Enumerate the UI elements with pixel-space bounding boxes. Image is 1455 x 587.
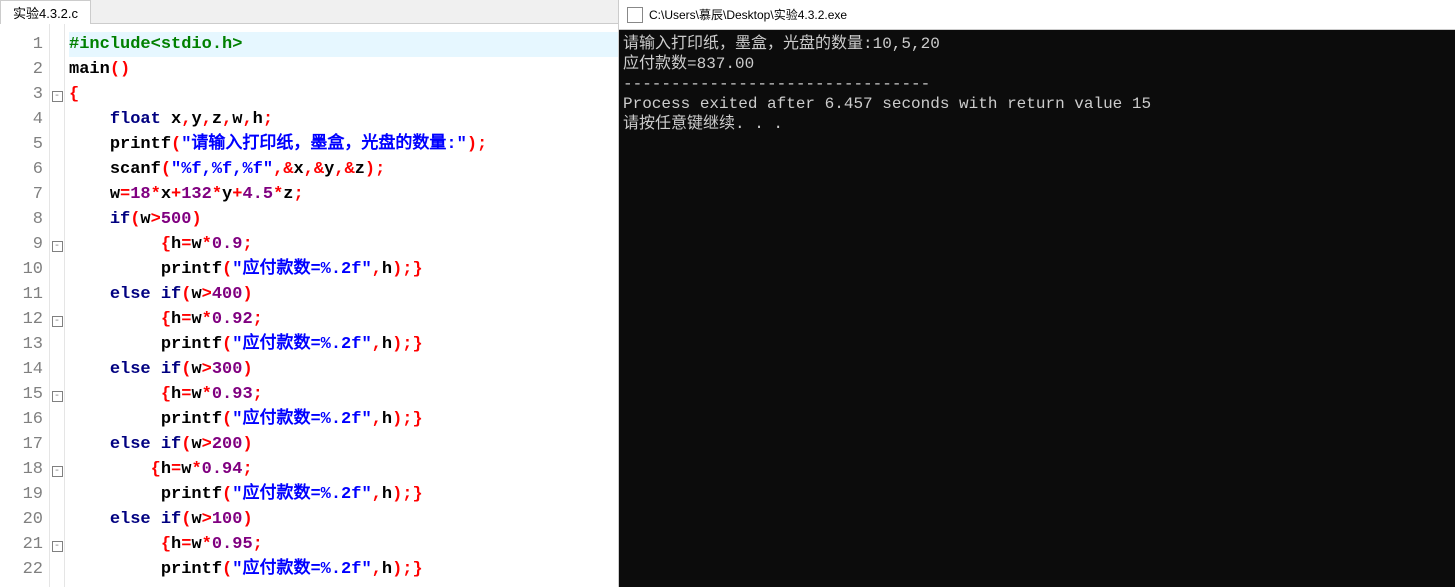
code-line[interactable]: printf("应付款数=%.2f",h);}	[69, 557, 618, 582]
line-number: 19	[0, 482, 49, 507]
line-number: 11	[0, 282, 49, 307]
code-content[interactable]: #include<stdio.h>main(){ float x,y,z,w,h…	[65, 24, 618, 587]
line-number: 10	[0, 257, 49, 282]
file-tab[interactable]: 实验4.3.2.c	[0, 0, 91, 24]
line-number: 3	[0, 82, 49, 107]
line-number: 21	[0, 532, 49, 557]
fold-cell	[50, 332, 64, 357]
fold-cell	[50, 407, 64, 432]
code-line[interactable]: printf("应付款数=%.2f",h);}	[69, 257, 618, 282]
line-number: 7	[0, 182, 49, 207]
fold-cell	[50, 557, 64, 582]
line-number: 16	[0, 407, 49, 432]
fold-column: - - - - - -	[50, 24, 65, 587]
code-line[interactable]: printf("应付款数=%.2f",h);}	[69, 407, 618, 432]
fold-toggle-icon[interactable]: -	[52, 541, 63, 552]
code-line[interactable]: main()	[69, 57, 618, 82]
line-number: 9	[0, 232, 49, 257]
fold-cell	[50, 432, 64, 457]
console-title-text: C:\Users\慕辰\Desktop\实验4.3.2.exe	[649, 6, 847, 23]
line-number: 1	[0, 32, 49, 57]
fold-toggle-icon[interactable]: -	[52, 91, 63, 102]
code-line[interactable]: printf("应付款数=%.2f",h);}	[69, 332, 618, 357]
code-line[interactable]: else if(w>200)	[69, 432, 618, 457]
code-line[interactable]: {h=w*0.93;	[69, 382, 618, 407]
fold-toggle-icon[interactable]: -	[52, 241, 63, 252]
console-pane: C:\Users\慕辰\Desktop\实验4.3.2.exe 请输入打印纸，墨…	[619, 0, 1455, 587]
line-number: 20	[0, 507, 49, 532]
code-line[interactable]: float x,y,z,w,h;	[69, 107, 618, 132]
app-icon	[627, 7, 643, 23]
fold-toggle-icon[interactable]: -	[52, 466, 63, 477]
line-number: 18	[0, 457, 49, 482]
code-line[interactable]: w=18*x+132*y+4.5*z;	[69, 182, 618, 207]
line-number-gutter: 12345678910111213141516171819202122	[0, 24, 50, 587]
fold-cell[interactable]: -	[50, 232, 64, 257]
line-number: 6	[0, 157, 49, 182]
code-line[interactable]: scanf("%f,%f,%f",&x,&y,&z);	[69, 157, 618, 182]
line-number: 2	[0, 57, 49, 82]
code-line[interactable]: #include<stdio.h>	[69, 32, 618, 57]
fold-cell	[50, 32, 64, 57]
fold-cell[interactable]: -	[50, 307, 64, 332]
console-output[interactable]: 请输入打印纸，墨盒，光盘的数量:10,5,20 应付款数=837.00 ----…	[619, 30, 1455, 587]
fold-cell	[50, 257, 64, 282]
code-line[interactable]: else if(w>100)	[69, 507, 618, 532]
fold-cell[interactable]: -	[50, 82, 64, 107]
code-line[interactable]: {h=w*0.92;	[69, 307, 618, 332]
console-title-bar[interactable]: C:\Users\慕辰\Desktop\实验4.3.2.exe	[619, 0, 1455, 30]
line-number: 15	[0, 382, 49, 407]
fold-cell	[50, 157, 64, 182]
line-number: 8	[0, 207, 49, 232]
fold-cell[interactable]: -	[50, 457, 64, 482]
fold-cell	[50, 182, 64, 207]
code-line[interactable]: printf("请输入打印纸，墨盒，光盘的数量:");	[69, 132, 618, 157]
fold-cell	[50, 357, 64, 382]
code-line[interactable]: else if(w>400)	[69, 282, 618, 307]
fold-cell	[50, 107, 64, 132]
fold-cell[interactable]: -	[50, 382, 64, 407]
line-number: 17	[0, 432, 49, 457]
tab-bar: 实验4.3.2.c	[0, 0, 618, 24]
line-number: 12	[0, 307, 49, 332]
fold-cell[interactable]: -	[50, 532, 64, 557]
line-number: 4	[0, 107, 49, 132]
code-line[interactable]: {	[69, 82, 618, 107]
fold-toggle-icon[interactable]: -	[52, 391, 63, 402]
code-line[interactable]: {h=w*0.9;	[69, 232, 618, 257]
code-line[interactable]: else if(w>300)	[69, 357, 618, 382]
fold-cell	[50, 282, 64, 307]
fold-cell	[50, 57, 64, 82]
line-number: 22	[0, 557, 49, 582]
code-line[interactable]: if(w>500)	[69, 207, 618, 232]
code-line[interactable]: {h=w*0.95;	[69, 532, 618, 557]
fold-cell	[50, 207, 64, 232]
line-number: 13	[0, 332, 49, 357]
line-number: 14	[0, 357, 49, 382]
fold-cell	[50, 132, 64, 157]
code-line[interactable]: {h=w*0.94;	[69, 457, 618, 482]
fold-cell	[50, 507, 64, 532]
code-area[interactable]: 12345678910111213141516171819202122 ----…	[0, 24, 618, 587]
code-line[interactable]: printf("应付款数=%.2f",h);}	[69, 482, 618, 507]
line-number: 5	[0, 132, 49, 157]
editor-pane: 实验4.3.2.c 123456789101112131415161718192…	[0, 0, 619, 587]
fold-cell	[50, 482, 64, 507]
fold-toggle-icon[interactable]: -	[52, 316, 63, 327]
